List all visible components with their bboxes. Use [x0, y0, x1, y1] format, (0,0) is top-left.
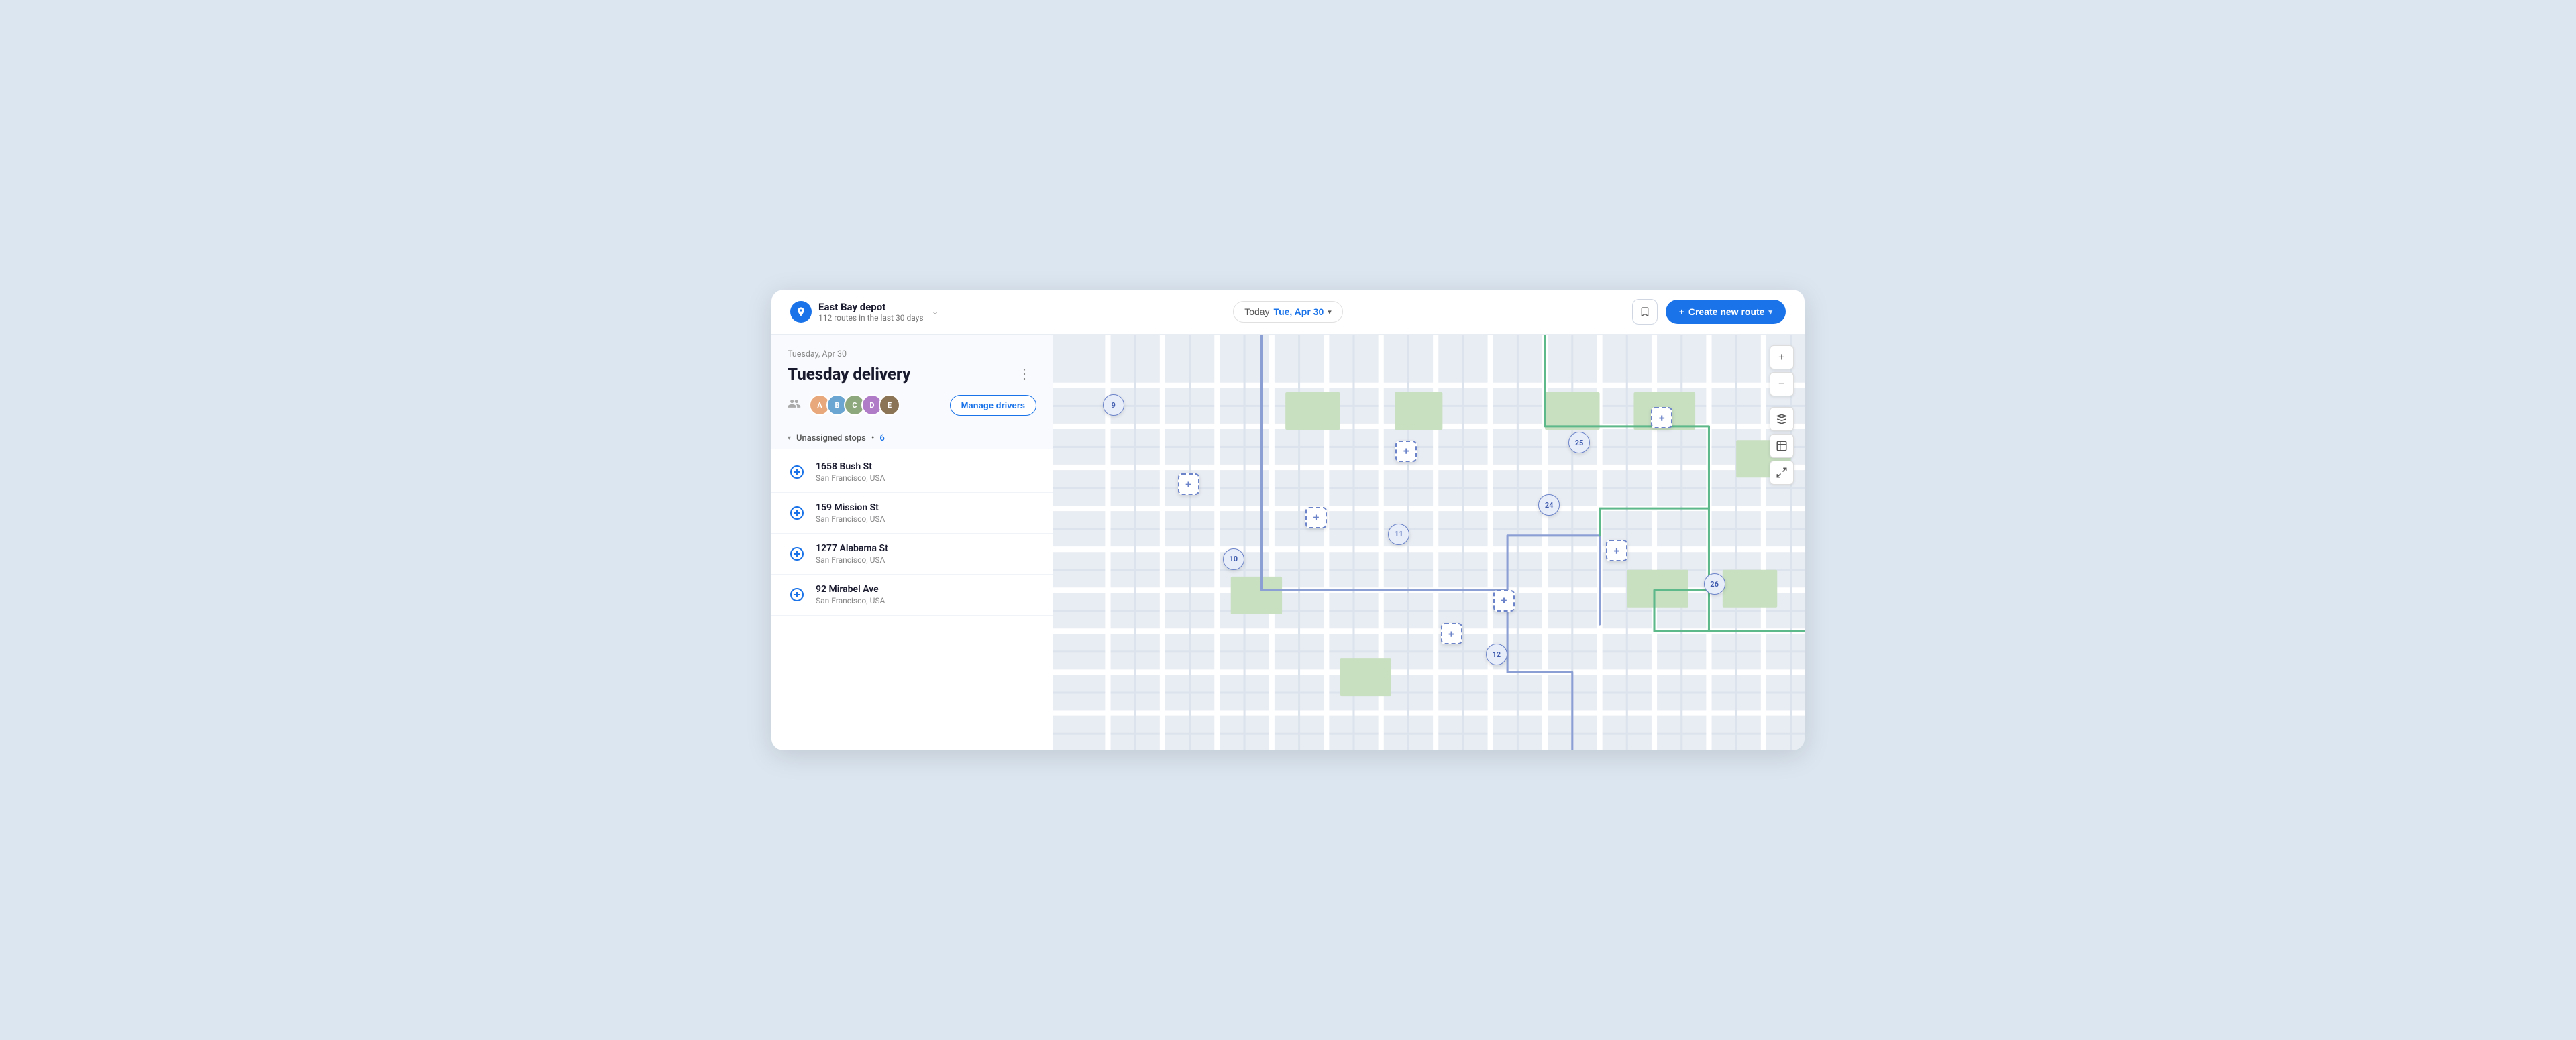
create-route-label: Create new route [1688, 306, 1765, 317]
create-route-button[interactable]: + Create new route ▾ [1666, 300, 1786, 324]
map-area[interactable]: 9 10 11 12 24 25 26 + + + + + + + + − [1053, 335, 1805, 750]
map-satellite-button[interactable] [1770, 434, 1794, 458]
stop-address: 92 Mirabel Ave [816, 584, 885, 595]
avatar: E [879, 394, 900, 416]
header-center: Today Tue, Apr 30 ▾ [1126, 301, 1450, 323]
unassigned-dot: • [871, 433, 875, 443]
depot-name: East Bay depot [818, 301, 924, 313]
app-window: East Bay depot 112 routes in the last 30… [771, 290, 1805, 750]
stop-city: San Francisco, USA [816, 514, 885, 524]
stop-address: 1658 Bush St [816, 461, 885, 472]
stop-item[interactable]: 1658 Bush St San Francisco, USA [771, 452, 1053, 493]
stop-pin-icon [788, 585, 806, 604]
add-stop-marker[interactable]: + [1441, 623, 1462, 644]
top-header: East Bay depot 112 routes in the last 30… [771, 290, 1805, 335]
add-stop-marker[interactable]: + [1651, 407, 1672, 428]
route-title: Tuesday delivery [788, 365, 910, 384]
manage-drivers-button[interactable]: Manage drivers [950, 395, 1036, 416]
depot-text: East Bay depot 112 routes in the last 30… [818, 301, 924, 323]
stop-text: 92 Mirabel Ave San Francisco, USA [816, 584, 885, 605]
header-right: + Create new route ▾ [1461, 299, 1786, 325]
driver-avatars: A B C D E [809, 394, 900, 416]
stop-item[interactable]: 1277 Alabama St San Francisco, USA [771, 534, 1053, 575]
map-svg [1053, 335, 1805, 750]
bookmark-button[interactable] [1632, 299, 1658, 325]
stop-address: 1277 Alabama St [816, 543, 888, 554]
map-fullscreen-button[interactable] [1770, 461, 1794, 485]
sidebar: Tuesday, Apr 30 Tuesday delivery ⋮ A B C… [771, 335, 1053, 750]
stops-list: 1658 Bush St San Francisco, USA 159 Miss… [771, 449, 1053, 750]
route-marker-26[interactable]: 26 [1704, 573, 1725, 595]
route-marker-25[interactable]: 25 [1568, 432, 1590, 453]
plus-icon: + [1679, 306, 1684, 317]
route-marker-12[interactable]: 12 [1486, 644, 1507, 665]
map-layers-button[interactable] [1770, 407, 1794, 431]
add-stop-marker[interactable]: + [1606, 540, 1627, 561]
add-stop-marker[interactable]: + [1305, 507, 1327, 528]
unassigned-label: Unassigned stops [796, 433, 866, 443]
add-stop-marker[interactable]: + [1493, 590, 1515, 612]
map-controls: + − [1770, 345, 1794, 485]
stop-city: San Francisco, USA [816, 596, 885, 605]
date-value: Tue, Apr 30 [1274, 306, 1324, 317]
drivers-row: A B C D E Manage drivers [788, 394, 1036, 416]
stop-text: 159 Mission St San Francisco, USA [816, 502, 885, 524]
main-content: Tuesday, Apr 30 Tuesday delivery ⋮ A B C… [771, 335, 1805, 750]
stop-pin-icon [788, 463, 806, 481]
date-selector[interactable]: Today Tue, Apr 30 ▾ [1233, 301, 1343, 323]
route-marker-9[interactable]: 9 [1103, 394, 1124, 416]
stop-text: 1277 Alabama St San Francisco, USA [816, 543, 888, 565]
route-marker-10[interactable]: 10 [1223, 548, 1244, 570]
route-title-row: Tuesday delivery ⋮ [788, 363, 1036, 385]
stop-city: San Francisco, USA [816, 473, 885, 483]
date-chevron-icon: ▾ [1328, 308, 1332, 316]
today-label: Today [1244, 306, 1269, 317]
route-marker-11[interactable]: 11 [1388, 524, 1409, 545]
drivers-group-icon [788, 397, 801, 413]
stop-text: 1658 Bush St San Francisco, USA [816, 461, 885, 483]
depot-subtitle: 112 routes in the last 30 days [818, 313, 924, 323]
add-stop-marker[interactable]: + [1178, 473, 1199, 495]
add-stop-marker[interactable]: + [1395, 441, 1417, 462]
map-ctrl-divider [1770, 399, 1794, 404]
unassigned-arrow-icon: ▾ [788, 435, 791, 442]
map-zoom-out-button[interactable]: − [1770, 372, 1794, 396]
create-route-chevron-icon: ▾ [1768, 308, 1772, 316]
unassigned-header[interactable]: ▾ Unassigned stops • 6 [788, 433, 1036, 443]
stop-item[interactable]: 92 Mirabel Ave San Francisco, USA [771, 575, 1053, 616]
route-date-label: Tuesday, Apr 30 [788, 349, 1036, 359]
map-zoom-in-button[interactable]: + [1770, 345, 1794, 369]
stop-item[interactable]: 159 Mission St San Francisco, USA [771, 493, 1053, 534]
route-marker-24[interactable]: 24 [1538, 494, 1560, 516]
route-header: Tuesday, Apr 30 Tuesday delivery ⋮ A B C… [771, 335, 1053, 426]
unassigned-section: ▾ Unassigned stops • 6 [771, 426, 1053, 449]
stop-city: San Francisco, USA [816, 555, 888, 565]
depot-pin-icon [790, 301, 812, 323]
stop-pin-icon [788, 504, 806, 522]
stop-address: 159 Mission St [816, 502, 885, 513]
depot-chevron-icon[interactable]: ⌄ [932, 307, 939, 317]
stop-pin-icon [788, 544, 806, 563]
depot-info: East Bay depot 112 routes in the last 30… [790, 301, 1115, 323]
unassigned-count: 6 [879, 433, 884, 443]
more-options-button[interactable]: ⋮ [1012, 363, 1036, 385]
